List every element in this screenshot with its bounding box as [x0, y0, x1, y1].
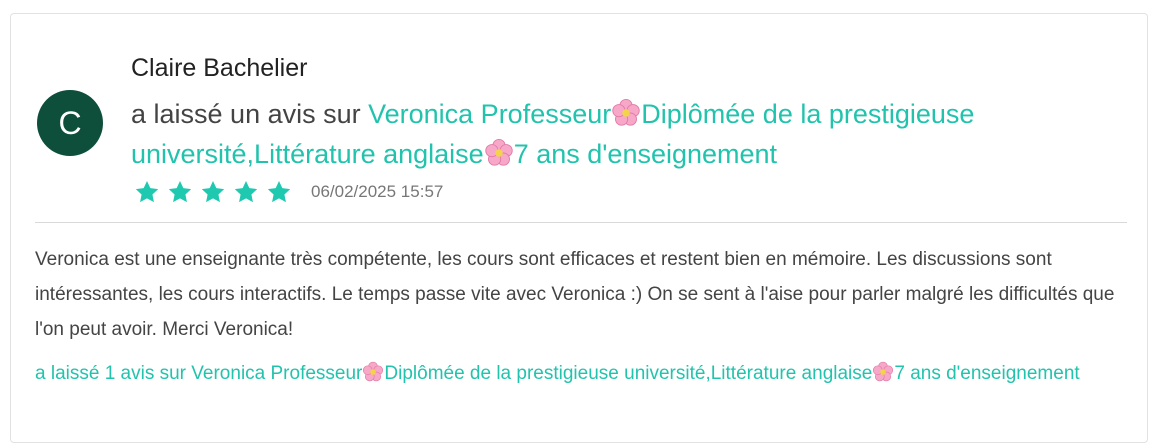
review-body: Veronica est une enseignante très compét… [35, 249, 1115, 340]
footer-link-part-2: Diplômée de la prestigieuse université,L… [384, 363, 873, 384]
divider [35, 222, 1127, 223]
rating-row: 06/02/2025 15:57 [134, 178, 443, 206]
cherry-blossom-icon [872, 361, 894, 383]
review-headline: a laissé un avis sur Veronica Professeur… [131, 94, 1131, 174]
star-icon [167, 179, 193, 205]
star-icon [134, 179, 160, 205]
star-icon [266, 179, 292, 205]
cherry-blossom-icon [362, 361, 384, 383]
star-icon [200, 179, 226, 205]
tutor-link-part-3: 7 ans d'enseignement [513, 139, 778, 169]
action-text: a laissé un avis sur [131, 99, 369, 129]
review-card: C Claire Bachelier a laissé un avis sur … [10, 13, 1148, 443]
cherry-blossom-icon [611, 98, 641, 128]
cherry-blossom-icon [484, 138, 514, 168]
review-date: 06/02/2025 15:57 [311, 182, 444, 201]
tutor-link-part-1: Veronica Professeur [368, 99, 612, 129]
footer-link-prefix: a laissé 1 avis sur Veronica Professeur [35, 363, 363, 384]
avatar: C [37, 90, 103, 156]
author-name: Claire Bachelier [131, 54, 308, 82]
star-icon [233, 179, 259, 205]
tutor-reviews-link[interactable]: a laissé 1 avis sur Veronica Professeur D… [35, 357, 1125, 391]
footer-link-part-3: 7 ans d'enseignement [894, 363, 1080, 384]
